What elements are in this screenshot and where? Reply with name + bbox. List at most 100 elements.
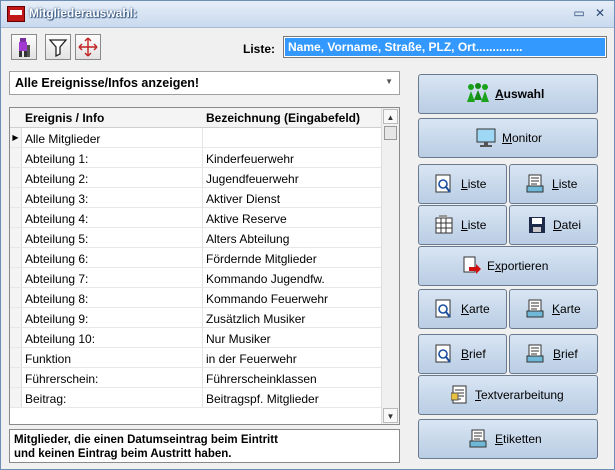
auswahl-button[interactable]: Auswahl [418, 74, 598, 114]
scroll-thumb[interactable] [384, 126, 397, 140]
row-indicator[interactable] [10, 368, 22, 387]
brief-search-button[interactable]: Brief [418, 334, 507, 374]
card-print-icon [526, 299, 544, 318]
liste-label: Liste: [243, 42, 276, 56]
person-filter-icon [19, 38, 30, 57]
table-row[interactable]: Abteilung 9: Zusätzlich Musiker [10, 308, 382, 328]
table-row[interactable]: Abteilung 8: Kommando Feuerwehr [10, 288, 382, 308]
letter-search-icon [435, 344, 451, 363]
karte-search-button[interactable]: Karte [418, 289, 507, 329]
column-divider [202, 368, 203, 387]
label-print-icon [469, 429, 487, 448]
liste-table-button[interactable]: Liste [418, 205, 507, 245]
textverarbeitung-button[interactable]: Textverarbeitung [418, 375, 598, 415]
table-row[interactable]: Funktion in der Feuerwehr [10, 348, 382, 368]
column-header-info[interactable]: Ereignis / Info [25, 111, 104, 125]
liste-search-button[interactable]: Liste [418, 164, 507, 204]
letter-print-icon [526, 344, 544, 363]
column-divider [202, 348, 203, 367]
close-button[interactable]: ✕ [592, 5, 608, 21]
grid-rows: ▶ Alle Mitglieder Abteilung 1: Kinderfeuerw… [10, 128, 382, 408]
cell-bezeichnung: Kommando Feuerwehr [206, 292, 329, 306]
column-divider [202, 228, 203, 247]
table-row[interactable]: Abteilung 6: Fördernde Mitglieder [10, 248, 382, 268]
cell-info: Führerschein: [25, 372, 99, 386]
table-row[interactable]: Abteilung 1: Kinderfeuerwehr [10, 148, 382, 168]
document-search-icon [435, 174, 451, 193]
filter-button[interactable] [45, 34, 71, 60]
person-filter-button[interactable] [11, 34, 37, 60]
cell-bezeichnung: Beitragspf. Mitglieder [206, 392, 319, 406]
liste-table-label: Liste [461, 218, 487, 232]
table-row[interactable]: Abteilung 4: Aktive Reserve [10, 208, 382, 228]
vertical-scrollbar[interactable]: ▲ ▼ [381, 108, 399, 424]
row-indicator[interactable] [10, 248, 22, 267]
liste-select[interactable]: Name, Vorname, Straße, PLZ, Ort.........… [283, 36, 607, 58]
chevron-down-icon[interactable]: ▼ [385, 77, 393, 86]
column-divider [202, 388, 203, 407]
scroll-down-icon[interactable]: ▼ [383, 408, 398, 423]
etiketten-button[interactable]: Etiketten [418, 419, 598, 459]
row-indicator[interactable] [10, 148, 22, 167]
row-indicator[interactable] [10, 168, 22, 187]
column-divider [202, 328, 203, 347]
table-row[interactable]: Abteilung 3: Aktiver Dienst [10, 188, 382, 208]
cell-info: Abteilung 9: [25, 312, 89, 326]
row-indicator[interactable] [10, 268, 22, 287]
row-indicator[interactable] [10, 288, 22, 307]
cell-bezeichnung: Aktiver Dienst [206, 192, 281, 206]
datei-button[interactable]: Datei [509, 205, 598, 245]
table-row[interactable]: ▶ Alle Mitglieder [10, 128, 382, 148]
column-divider [202, 168, 203, 187]
app-icon [7, 6, 25, 22]
brief-search-label: Brief [461, 347, 486, 361]
table-document-icon [435, 215, 453, 234]
table-row[interactable]: Abteilung 2: Jugendfeuerwehr [10, 168, 382, 188]
liste-value: Name, Vorname, Straße, PLZ, Ort.........… [285, 38, 605, 56]
table-row[interactable]: Abteilung 5: Alters Abteilung [10, 228, 382, 248]
expand-button[interactable] [75, 34, 101, 60]
karte-print-button[interactable]: Karte [509, 289, 598, 329]
expand-arrows-icon [78, 37, 98, 57]
cell-info: Abteilung 6: [25, 252, 89, 266]
row-indicator[interactable] [10, 348, 22, 367]
cell-bezeichnung: Fördernde Mitglieder [206, 252, 317, 266]
cell-info: Abteilung 7: [25, 272, 89, 286]
title-bar: Mitgliederauswahl: ▭ ✕ [1, 1, 614, 28]
row-indicator[interactable] [10, 228, 22, 247]
row-indicator[interactable] [10, 188, 22, 207]
brief-print-button[interactable]: Brief [509, 334, 598, 374]
monitor-button[interactable]: Monitor [418, 118, 598, 158]
event-filter-combo[interactable]: Alle Ereignisse/Infos anzeigen! ▼ [9, 71, 400, 95]
column-divider [202, 248, 203, 267]
row-indicator[interactable] [10, 328, 22, 347]
card-search-icon [435, 299, 451, 318]
liste-print-button[interactable]: Liste [509, 164, 598, 204]
table-row[interactable]: Beitrag: Beitragspf. Mitglieder [10, 388, 382, 408]
cell-bezeichnung: in der Feuerwehr [206, 352, 297, 366]
minimize-button[interactable]: ▭ [571, 5, 587, 21]
document-print-icon [526, 174, 544, 193]
textverarbeitung-label: Textverarbeitung [475, 388, 564, 402]
row-indicator[interactable] [10, 208, 22, 227]
cell-bezeichnung: Führerscheinklassen [206, 372, 317, 386]
brief-print-label: Brief [553, 347, 578, 361]
cell-bezeichnung: Kommando Jugendfw. [206, 272, 325, 286]
cell-bezeichnung: Nur Musiker [206, 332, 271, 346]
monitor-label: Monitor [502, 131, 543, 145]
scroll-up-icon[interactable]: ▲ [383, 109, 398, 124]
table-row[interactable]: Abteilung 10: Nur Musiker [10, 328, 382, 348]
etiketten-label: Etiketten [495, 432, 542, 446]
row-indicator[interactable]: ▶ [10, 128, 22, 147]
table-row[interactable]: Führerschein: Führerscheinklassen [10, 368, 382, 388]
member-selection-window: Mitgliederauswahl: ▭ ✕ Liste: Name, Vorn… [0, 0, 615, 470]
row-indicator[interactable] [10, 388, 22, 407]
cell-info: Abteilung 1: [25, 152, 89, 166]
description-line-2: und keinen Eintrag beim Austritt haben. [14, 448, 232, 460]
column-divider [202, 288, 203, 307]
column-header-bezeichnung[interactable]: Bezeichnung (Eingabefeld) [206, 111, 360, 125]
table-row[interactable]: Abteilung 7: Kommando Jugendfw. [10, 268, 382, 288]
row-indicator[interactable] [10, 308, 22, 327]
exportieren-button[interactable]: Exportieren [418, 246, 598, 286]
cell-info: Alle Mitglieder [25, 132, 101, 146]
